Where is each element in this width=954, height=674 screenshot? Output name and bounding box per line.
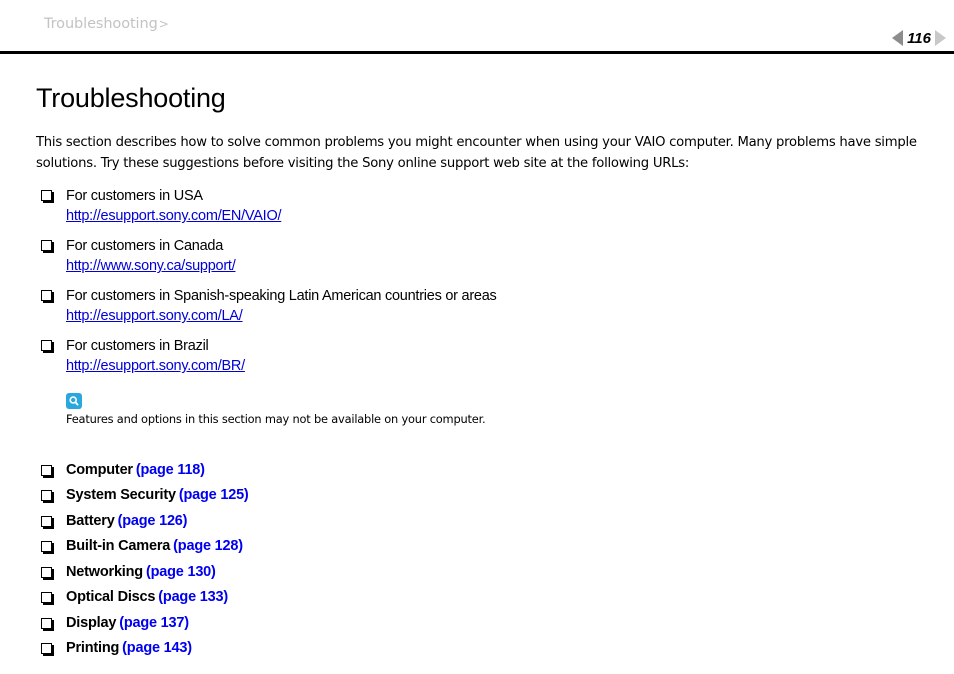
topic-page-link[interactable]: (page 128) [170,538,243,554]
support-url-list: For customers in USA http://esupport.son… [36,187,926,377]
header-divider [0,51,954,54]
hollow-square-bullet-icon [41,617,52,629]
hollow-square-bullet-icon [41,643,52,655]
topic-link-list: Computer (page 118) System Security (page … [36,459,926,663]
topic-label: Printing [66,640,120,657]
topic-page-link[interactable]: (page 125) [176,487,249,503]
hollow-square-bullet-icon [41,189,52,201]
topic-page-link[interactable]: (page 118) [133,462,205,478]
hollow-square-bullet-icon [41,592,52,604]
triangle-right-icon[interactable] [935,30,946,46]
list-item: Optical Discs (page 133) [36,586,926,612]
breadcrumb-separator: > [158,17,169,31]
support-region-label: For customers in Spanish-speaking Latin … [66,287,497,304]
topic-label: Computer [66,461,133,478]
support-url-link[interactable]: http://www.sony.ca/support/ [66,257,236,277]
list-item: For customers in USA http://esupport.son… [36,187,926,227]
triangle-left-icon[interactable] [892,30,904,46]
support-url-link[interactable]: http://esupport.sony.com/BR/ [66,357,245,377]
support-region-label: For customers in USA [66,187,203,204]
hollow-square-bullet-icon [41,566,52,578]
topic-page-link[interactable]: (page 137) [116,615,189,631]
magnifier-note-icon [66,392,82,409]
hollow-square-bullet-icon [41,490,52,502]
page-title: Troubleshooting [36,83,226,113]
hollow-square-bullet-icon [41,541,52,553]
support-region-label: For customers in Brazil [66,337,209,354]
list-item: For customers in Canada http://www.sony.… [36,237,926,277]
page-navigation: 116 [892,29,946,47]
topic-label: Optical Discs [66,589,156,606]
list-item: Battery (page 126) [36,510,926,536]
topic-page-link[interactable]: (page 130) [143,564,216,580]
hollow-square-bullet-icon [41,339,52,351]
list-item: Networking (page 130) [36,561,926,587]
list-item: For customers in Spanish-speaking Latin … [36,287,926,327]
main-content: Troubleshooting This section describes h… [36,83,926,663]
hollow-square-bullet-icon [41,289,52,301]
support-url-link[interactable]: http://esupport.sony.com/LA/ [66,307,243,327]
support-region-label: For customers in Canada [66,237,224,254]
hollow-square-bullet-icon [41,464,52,476]
list-item: Display (page 137) [36,612,926,638]
support-url-link[interactable]: http://esupport.sony.com/EN/VAIO/ [66,207,282,227]
intro-paragraph: This section describes how to solve comm… [36,134,917,171]
topic-label: Battery [66,512,115,529]
hollow-square-bullet-icon [41,515,52,527]
list-item: For customers in Brazil http://esupport.… [36,337,926,377]
note-block: Features and options in this section may… [66,392,926,427]
topic-page-link[interactable]: (page 126) [115,513,188,529]
list-item: Printing (page 143) [36,637,926,663]
list-item: Built-in Camera (page 128) [36,535,926,561]
hollow-square-bullet-icon [41,239,52,251]
note-text: Features and options in this section may… [66,411,486,426]
topic-label: System Security [66,487,176,504]
topic-page-link[interactable]: (page 133) [155,589,228,605]
page-header: Troubleshooting> 116 [0,0,954,54]
list-item: System Security (page 125) [36,484,926,510]
breadcrumb-label: Troubleshooting [44,16,158,32]
breadcrumb: Troubleshooting> [44,16,169,32]
topic-label: Built-in Camera [66,538,171,555]
page-number: 116 [907,29,931,47]
topic-label: Networking [66,563,143,580]
list-item: Computer (page 118) [36,459,926,485]
topic-page-link[interactable]: (page 143) [119,640,192,656]
topic-label: Display [66,614,117,631]
